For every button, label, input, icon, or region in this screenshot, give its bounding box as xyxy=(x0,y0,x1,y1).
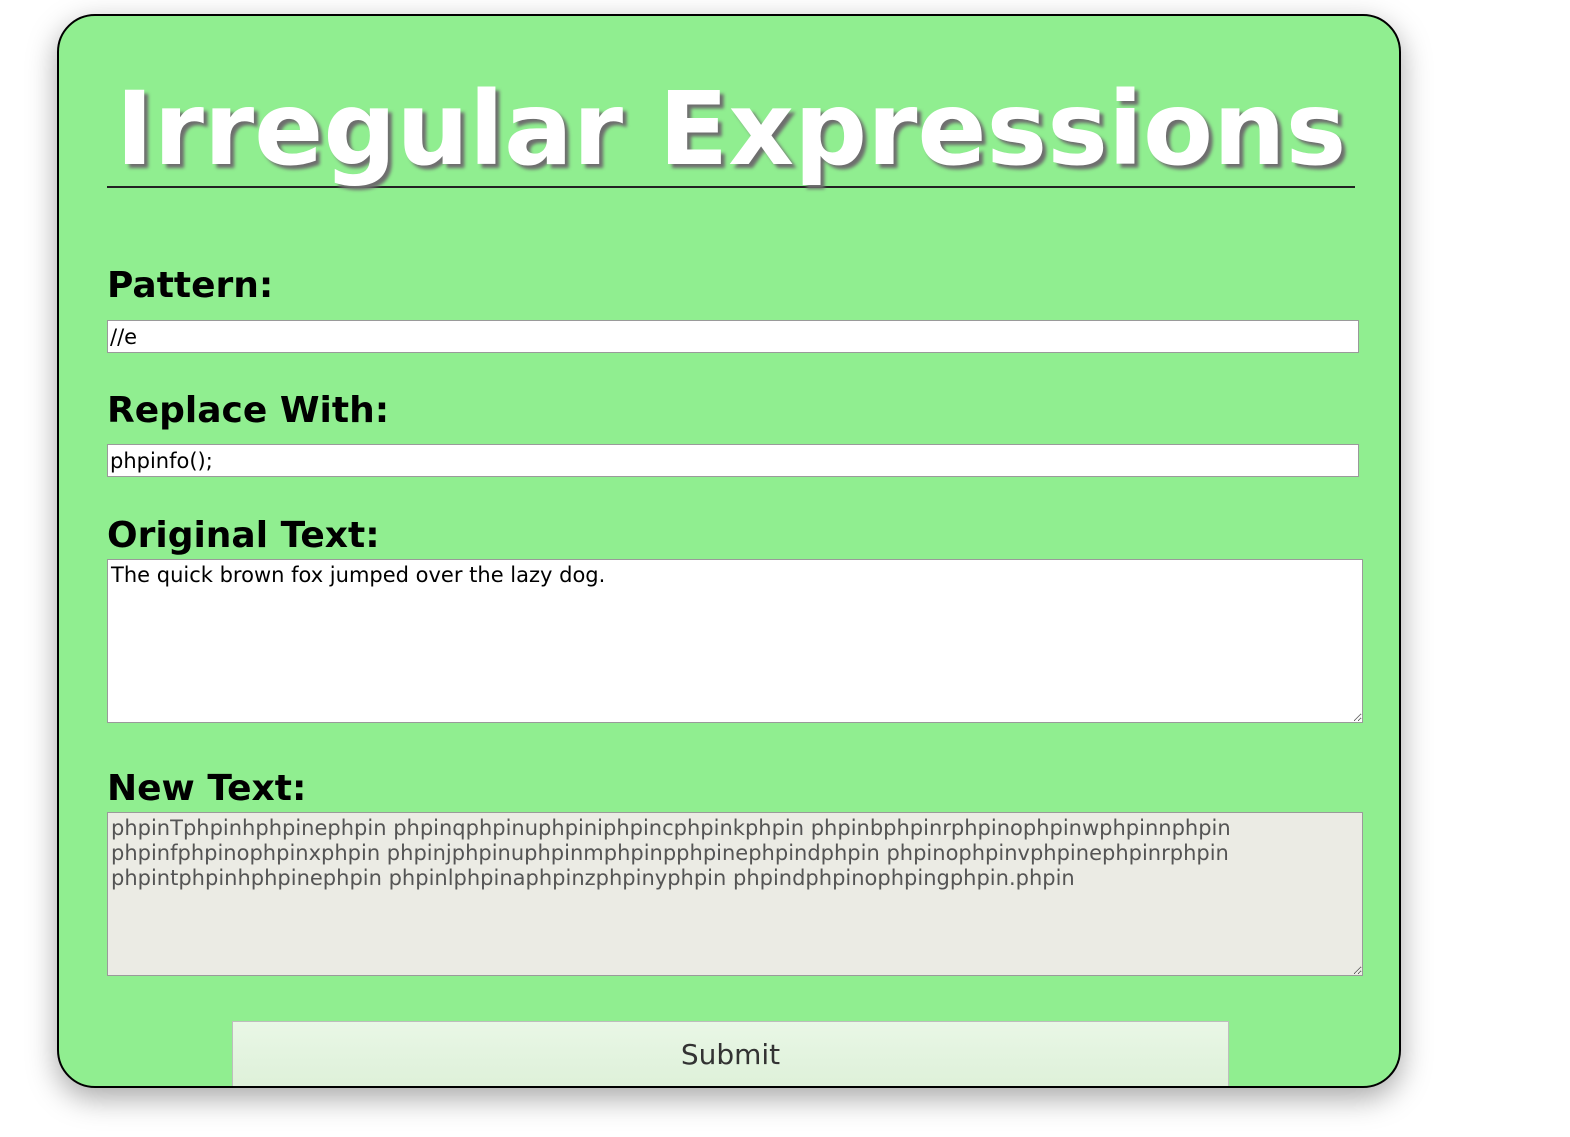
new-text-area[interactable]: phpinTphpinhphpinephpin phpinqphpinuphpi… xyxy=(107,812,1363,976)
new-text-label: New Text: xyxy=(107,768,307,809)
main-card: Irregular Expressions Pattern: Replace W… xyxy=(57,14,1401,1088)
replace-input[interactable] xyxy=(107,444,1359,477)
page-title: Irregular Expressions xyxy=(107,74,1355,188)
replace-label: Replace With: xyxy=(107,390,390,431)
submit-button[interactable]: Submit xyxy=(232,1021,1229,1086)
pattern-label: Pattern: xyxy=(107,265,274,306)
original-text-area[interactable]: The quick brown fox jumped over the lazy… xyxy=(107,559,1363,723)
original-text-label: Original Text: xyxy=(107,515,380,556)
pattern-input[interactable] xyxy=(107,320,1359,353)
